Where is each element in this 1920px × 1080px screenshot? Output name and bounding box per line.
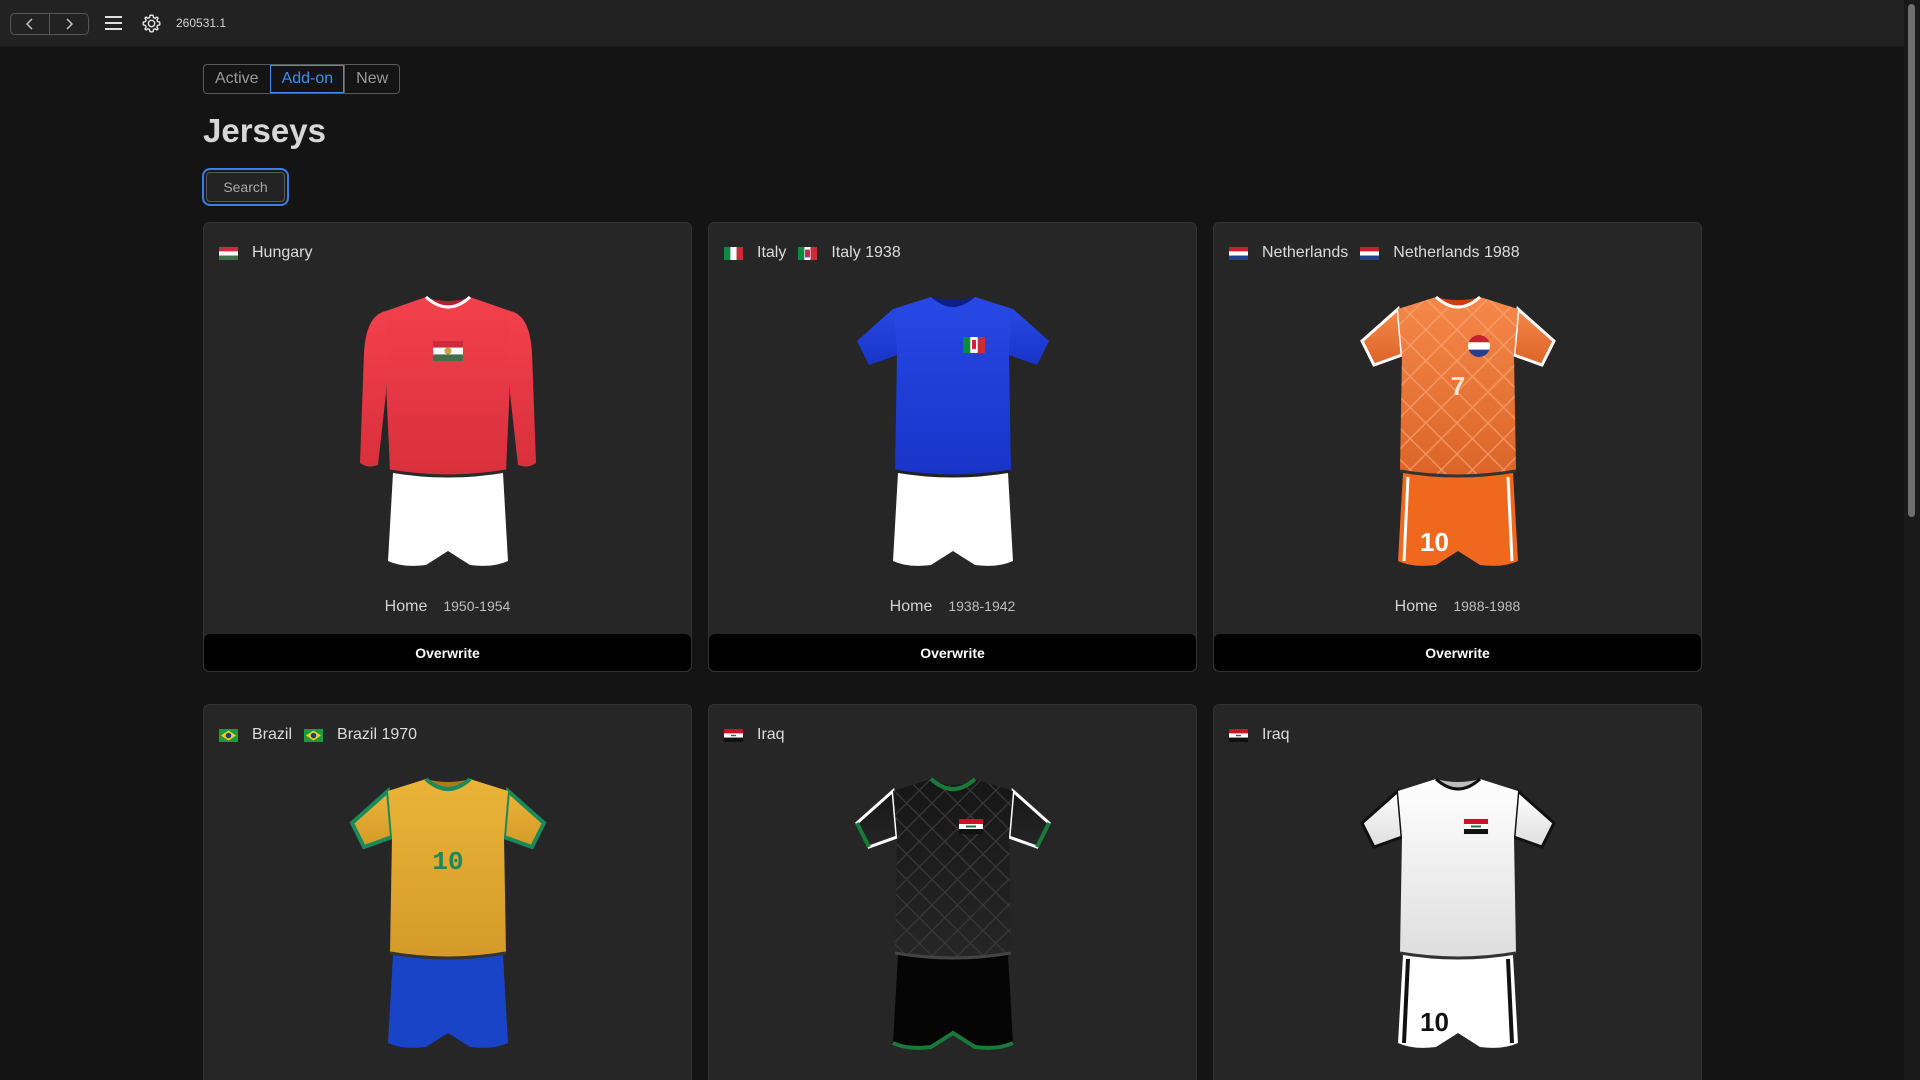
shirt-number: 7 <box>1450 371 1464 401</box>
netherlands-kit-image: 10 7 <box>1359 295 1556 566</box>
iraq-home-kit-image: 10 <box>1359 777 1556 1048</box>
italy-1938-flag-icon <box>798 246 818 260</box>
overwrite-button[interactable]: Overwrite <box>709 634 1196 671</box>
jersey-card: Hungary Home 1950-1954 Overwrite <box>203 222 692 672</box>
jersey-card: Iraq <box>708 704 1197 1080</box>
forward-button[interactable] <box>49 14 88 34</box>
chevron-left-icon <box>26 18 33 30</box>
filter-tabs: Active Add-on New <box>203 64 401 94</box>
card-header: Brazil Brazil 1970 <box>219 725 429 745</box>
kit-meta: Home 1988-1988 <box>1214 598 1701 616</box>
hamburger-menu-icon[interactable] <box>104 14 124 32</box>
kit-type: Home <box>889 598 933 615</box>
shorts-number: 10 <box>1420 527 1449 557</box>
tab-active[interactable]: Active <box>204 65 270 93</box>
kit-type: Home <box>384 598 428 615</box>
team-name: Hungary <box>252 244 313 261</box>
hungary-flag-icon <box>219 246 238 260</box>
card-header: Iraq <box>724 725 797 745</box>
brazil-kit-image: 10 <box>349 777 546 1048</box>
hungary-kit-image <box>359 295 536 566</box>
top-bar: 260531.1 <box>0 0 1904 47</box>
overwrite-button[interactable]: Overwrite <box>1214 634 1701 671</box>
variant-name: Brazil 1970 <box>337 726 418 743</box>
netherlands-1988-flag-icon <box>1360 246 1380 260</box>
jersey-card: Netherlands Netherlands 1988 10 7 Home 1… <box>1213 222 1702 672</box>
team-name: Italy <box>757 244 787 261</box>
kit-years: 1950-1954 <box>443 598 511 614</box>
gear-icon[interactable] <box>141 13 162 34</box>
tab-add-on[interactable]: Add-on <box>269 65 345 93</box>
jersey-card: Brazil Brazil 1970 10 <box>203 704 692 1080</box>
scrollbar[interactable] <box>1904 0 1920 1080</box>
card-header: Hungary <box>219 243 324 263</box>
history-nav <box>10 13 89 35</box>
scrollbar-thumb[interactable] <box>1908 4 1915 517</box>
brazil-flag-icon <box>219 728 238 742</box>
italy-flag-icon <box>724 246 743 260</box>
variant-name: Italy 1938 <box>831 244 901 261</box>
page-title: Jerseys <box>203 112 326 149</box>
iraq-flag-icon <box>1229 728 1248 742</box>
version-label: 260531.1 <box>176 16 227 30</box>
card-header: Netherlands Netherlands 1988 <box>1229 243 1532 263</box>
card-header: Italy Italy 1938 <box>724 243 913 263</box>
search-button[interactable]: Search <box>202 168 289 206</box>
kit-years: 1938-1942 <box>948 598 1016 614</box>
kit-meta: Home 1938-1942 <box>709 598 1196 616</box>
team-name: Iraq <box>1262 726 1290 743</box>
card-header: Iraq <box>1229 725 1302 745</box>
jersey-card: Iraq 10 <box>1213 704 1702 1080</box>
shorts-number: 10 <box>1420 1007 1449 1037</box>
kit-meta: Home 1950-1954 <box>204 598 691 616</box>
kit-type: Home <box>1394 598 1438 615</box>
jersey-card: Italy Italy 1938 Home 1938-1942 Overwrit… <box>708 222 1197 672</box>
team-name: Iraq <box>757 726 785 743</box>
brazil-1970-flag-icon <box>304 728 324 742</box>
iraq-away-kit-image <box>854 777 1051 1050</box>
back-button[interactable] <box>11 14 49 34</box>
team-name: Brazil <box>252 726 293 743</box>
chevron-right-icon <box>66 18 73 30</box>
tab-new[interactable]: New <box>344 65 399 93</box>
iraq-flag-icon <box>724 728 743 742</box>
netherlands-flag-icon <box>1229 246 1248 260</box>
shirt-number: 10 <box>432 847 463 877</box>
kit-years: 1988-1988 <box>1453 598 1521 614</box>
team-name: Netherlands <box>1262 244 1349 261</box>
variant-name: Netherlands 1988 <box>1393 244 1520 261</box>
overwrite-button[interactable]: Overwrite <box>204 634 691 671</box>
italy-kit-image <box>856 297 1049 566</box>
